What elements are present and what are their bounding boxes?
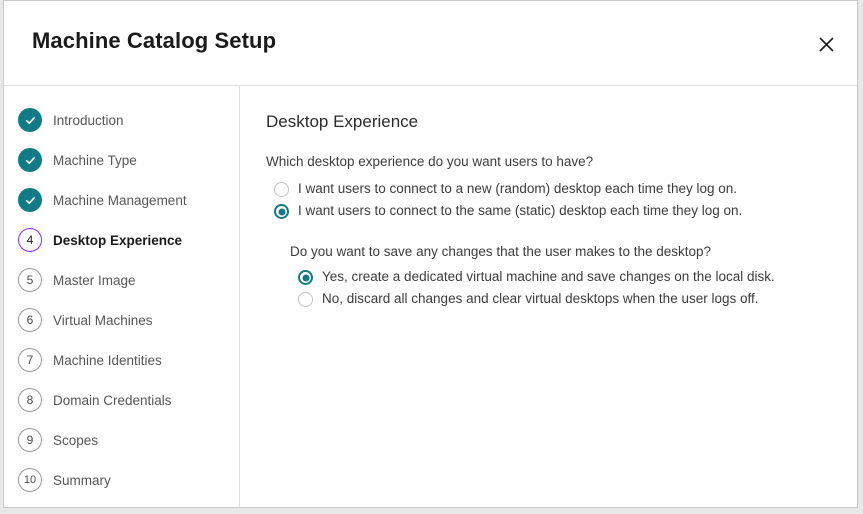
sidebar-step-master-image[interactable]: 5 Master Image [4, 260, 239, 300]
step-number-5: 5 [18, 268, 42, 292]
radio-option[interactable]: No, discard all changes and clear virtua… [290, 288, 857, 310]
step-number-4: 4 [18, 228, 42, 252]
save-changes-question: Do you want to save any changes that the… [290, 244, 857, 259]
main-content: Desktop Experience Which desktop experie… [240, 86, 857, 507]
step-number-9: 9 [18, 428, 42, 452]
radio-option-label: Yes, create a dedicated virtual machine … [322, 269, 775, 285]
sidebar-step-summary[interactable]: 10 Summary [4, 460, 239, 500]
step-number-10: 10 [18, 468, 42, 492]
sidebar-step-desktop-experience[interactable]: 4 Desktop Experience [4, 220, 239, 260]
sidebar-step-label: Desktop Experience [53, 233, 182, 248]
step-number-7: 7 [18, 348, 42, 372]
sidebar-step-label: Machine Type [53, 153, 137, 168]
sidebar-step-virtual-machines[interactable]: 6 Virtual Machines [4, 300, 239, 340]
desktop-experience-question: Which desktop experience do you want use… [266, 154, 857, 169]
sidebar-step-machine-type[interactable]: Machine Type [4, 140, 239, 180]
radio-option[interactable]: Yes, create a dedicated virtual machine … [290, 266, 857, 288]
radio-selected-icon[interactable] [298, 270, 313, 285]
radio-selected-icon[interactable] [274, 204, 289, 219]
wizard-step-sidebar: Introduction Machine Type Machine Manageme… [4, 86, 240, 507]
sidebar-step-label: Virtual Machines [53, 313, 153, 328]
close-button[interactable] [813, 31, 839, 57]
save-changes-subsection: Do you want to save any changes that the… [266, 244, 857, 310]
page-title: Machine Catalog Setup [32, 28, 276, 54]
sidebar-step-label: Domain Credentials [53, 393, 172, 408]
step-number-6: 6 [18, 308, 42, 332]
close-icon [819, 37, 834, 52]
check-icon [18, 108, 42, 132]
sidebar-step-label: Machine Identities [53, 353, 162, 368]
check-icon [18, 188, 42, 212]
radio-option[interactable]: I want users to connect to a new (random… [266, 178, 857, 200]
dialog-body: Introduction Machine Type Machine Manageme… [4, 86, 857, 507]
sidebar-step-label: Master Image [53, 273, 136, 288]
radio-option-label: I want users to connect to a new (random… [298, 181, 737, 197]
machine-catalog-setup-dialog: Machine Catalog Setup Introduction Machin… [3, 0, 858, 508]
radio-option[interactable]: I want users to connect to the same (sta… [266, 200, 857, 222]
sidebar-step-label: Summary [53, 473, 111, 488]
sidebar-step-domain-credentials[interactable]: 8 Domain Credentials [4, 380, 239, 420]
save-changes-radio-group: Yes, create a dedicated virtual machine … [290, 266, 857, 310]
sidebar-step-machine-management[interactable]: Machine Management [4, 180, 239, 220]
content-heading: Desktop Experience [266, 112, 857, 132]
radio-unselected-icon[interactable] [274, 182, 289, 197]
sidebar-step-label: Machine Management [53, 193, 187, 208]
sidebar-step-introduction[interactable]: Introduction [4, 100, 239, 140]
check-icon [18, 148, 42, 172]
radio-unselected-icon[interactable] [298, 292, 313, 307]
dialog-header: Machine Catalog Setup [4, 1, 857, 86]
radio-option-label: I want users to connect to the same (sta… [298, 203, 742, 219]
sidebar-step-label: Introduction [53, 113, 124, 128]
sidebar-step-label: Scopes [53, 433, 98, 448]
step-number-8: 8 [18, 388, 42, 412]
sidebar-step-scopes[interactable]: 9 Scopes [4, 420, 239, 460]
sidebar-step-machine-identities[interactable]: 7 Machine Identities [4, 340, 239, 380]
desktop-experience-radio-group: I want users to connect to a new (random… [266, 178, 857, 222]
radio-option-label: No, discard all changes and clear virtua… [322, 291, 759, 307]
